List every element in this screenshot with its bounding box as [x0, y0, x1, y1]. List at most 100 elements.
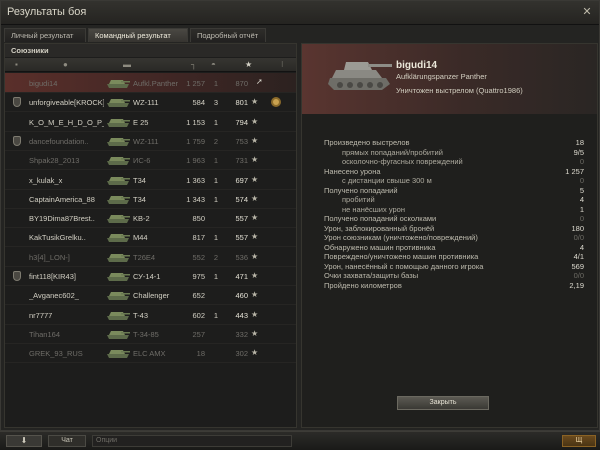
stat-label: прямых попаданий/пробитий: [342, 147, 443, 157]
table-row[interactable]: GREK_93_RUS ELC AMX 18 302 ★: [5, 343, 296, 364]
table-row[interactable]: x_kulak_x T34 1 363 1 697 ★: [5, 170, 296, 190]
stat-row: Урон, заблокированный бронёй 180: [324, 224, 584, 234]
team-title: Союзники: [11, 46, 49, 55]
close-icon[interactable]: ✕: [581, 6, 593, 18]
damage-cell: 975: [192, 272, 205, 281]
star-icon: ★: [251, 213, 259, 223]
chat-input[interactable]: Опции: [92, 435, 292, 447]
kills-cell: 1: [213, 156, 219, 166]
xp-cell: 471: [235, 272, 248, 281]
stat-label: Урон, заблокированный бронёй: [324, 223, 435, 233]
kills-cell: 2: [213, 136, 219, 146]
player-name-cell: Tihan164: [29, 329, 60, 339]
xp-cell: 460: [235, 291, 248, 301]
tab-team[interactable]: Командный результат: [88, 28, 188, 42]
kill-icon[interactable]: ◓: [211, 60, 216, 69]
stat-label: Получено попаданий: [324, 185, 398, 195]
xp-cell: 697: [235, 175, 248, 185]
xp-cell: 731: [235, 156, 248, 166]
vehicle-cell: T34: [133, 194, 146, 204]
damage-cell: 1 257: [186, 79, 205, 88]
damage-cell: 1 963: [186, 156, 205, 166]
square-icon[interactable]: ▪: [15, 60, 18, 69]
stat-row: Получено попаданий 5: [324, 186, 584, 196]
star-icon: ★: [251, 328, 259, 338]
stat-row: с дистанции свыше 300 м 0: [324, 176, 584, 186]
medal-column-icon[interactable]: ⁝: [281, 60, 284, 69]
kills-cell: 2: [213, 252, 219, 262]
title-bar: Результаты боя ✕: [1, 1, 599, 25]
stat-row: Очки захвата/защиты базы 0/0: [324, 271, 584, 281]
person-icon[interactable]: ●: [63, 60, 68, 69]
damage-cell: 1 363: [186, 175, 205, 185]
star-icon: ★: [251, 135, 259, 145]
vehicle-icon: [107, 80, 130, 88]
xp-cell: 443: [235, 310, 248, 320]
kills-cell: 1: [213, 272, 219, 281]
notify-button[interactable]: Щ: [562, 435, 596, 447]
table-row[interactable]: BY19Dima87Brest.. KB-2 850 557 ★: [5, 208, 296, 229]
kills-cell: 1: [213, 175, 219, 185]
chat-button[interactable]: Чат: [48, 435, 86, 447]
xp-cell: 574: [235, 194, 248, 204]
player-name: bigudi14: [396, 60, 438, 71]
vehicle-icon: [107, 157, 130, 166]
gun-icon[interactable]: ┐: [191, 60, 197, 69]
stat-label: Очки захвата/защиты базы: [324, 271, 419, 280]
stat-value: 5: [579, 185, 584, 195]
tank-icon[interactable]: ▬: [123, 60, 131, 69]
table-row[interactable]: fint118[KIR43] СУ-14-1 975 1 471 ★: [5, 266, 296, 286]
stat-row: осколочно-фугасных повреждений 0: [324, 157, 584, 167]
stat-row: Получено попаданий осколками 0: [324, 214, 584, 224]
xp-cell: 801: [235, 98, 248, 108]
star-icon[interactable]: ★: [245, 60, 252, 69]
tab-personal[interactable]: Личный результат: [4, 28, 86, 42]
table-row[interactable]: _Avganec602_ Challenger 652 460 ★: [5, 285, 296, 306]
damage-cell: 552: [192, 252, 205, 262]
stat-label: Повреждено/уничтожено машин противника: [324, 252, 479, 261]
download-button[interactable]: ⬇: [6, 435, 42, 447]
xp-cell: 557: [235, 233, 248, 243]
table-row[interactable]: K_O_M_E_H_D_O_P_ E 25 1 153 1 794 ★: [5, 112, 296, 132]
vehicle-icon: [107, 330, 130, 339]
stat-value: 0: [579, 214, 584, 223]
column-headers: ▪ ● ▬ ┐ ◓ ★ ⁝: [5, 58, 296, 72]
vehicle-icon: [107, 350, 130, 359]
xp-cell: 536: [235, 252, 248, 262]
vehicle-cell: СУ-14-1: [133, 272, 161, 281]
bottom-bar: ⬇ Чат Опции Щ: [0, 431, 600, 450]
license-icon: [13, 271, 21, 281]
xp-cell: 302: [235, 349, 248, 359]
star-icon: ★: [251, 193, 259, 203]
vehicle-name: Aufklärungspanzer Panther: [396, 72, 487, 81]
table-row[interactable]: Shpak28_2013 ИС-6 1 963 1 731 ★: [5, 150, 296, 171]
damage-cell: 18: [196, 349, 205, 359]
star-icon: ★: [251, 232, 259, 242]
table-row[interactable]: unforgiveable[KROCK] WZ-111 584 3 801 ★: [5, 92, 296, 113]
tab-detailed[interactable]: Подробный отчёт: [190, 28, 266, 42]
kills-cell: 3: [213, 98, 219, 108]
battle-results-window: Результаты боя ✕ Личный результат Команд…: [0, 0, 600, 431]
stat-row: прямых попаданий/пробитий 9/5: [324, 148, 584, 158]
table-row[interactable]: KakTusikGrelku.. M44 817 1 557 ★: [5, 227, 296, 248]
stat-value: 18: [575, 138, 584, 147]
table-row[interactable]: CaptainAmerica_88 T34 1 343 1 574 ★: [5, 189, 296, 209]
tank-image-icon: [328, 62, 392, 90]
table-row[interactable]: bigudi14 Aufkl.Panther 1 257 1 870 ➚: [5, 73, 296, 93]
stat-value: 4: [579, 195, 584, 204]
stat-value: 4: [579, 242, 584, 252]
table-row[interactable]: Tihan164 T-34-85 257 332 ★: [5, 324, 296, 344]
table-row[interactable]: nr7777 T-43 602 1 443 ★: [5, 305, 296, 325]
close-button[interactable]: Закрыть: [397, 396, 489, 410]
license-icon: [13, 135, 21, 146]
table-row[interactable]: dancefoundation.. WZ-111 1 759 2 753 ★: [5, 131, 296, 151]
vehicle-cell: ИС-6: [133, 156, 151, 166]
table-row[interactable]: h3[4]_LON-] T26E4 552 2 536 ★: [5, 247, 296, 267]
stat-value: 569: [571, 261, 584, 271]
vehicle-icon: [107, 215, 130, 224]
player-name-cell: KakTusikGrelku..: [29, 233, 86, 243]
star-icon: ★: [251, 155, 259, 165]
star-icon: ★: [251, 271, 259, 280]
player-name-cell: GREK_93_RUS: [29, 349, 83, 359]
stat-row: не нанёсших урон 1: [324, 205, 584, 215]
